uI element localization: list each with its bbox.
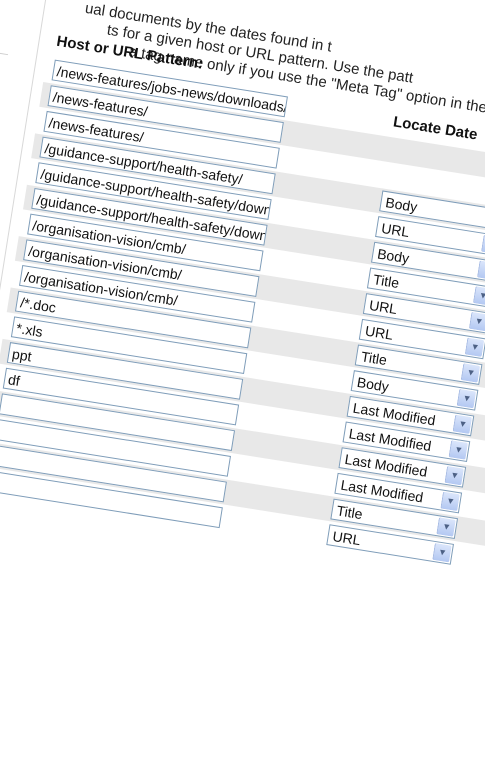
locate-date-value: Title (372, 271, 401, 292)
date-settings-panel: ual documents by the dates found in t ts… (0, 0, 485, 732)
chevron-down-icon[interactable]: ▼ (472, 286, 485, 306)
chevron-down-icon[interactable]: ▼ (456, 388, 477, 409)
locate-date-value: Title (335, 502, 364, 523)
locate-date-value: URL (331, 528, 362, 549)
chevron-down-icon[interactable]: ▼ (452, 414, 473, 435)
locate-date-value: URL (364, 322, 395, 343)
chevron-down-icon[interactable]: ▼ (440, 491, 460, 512)
locate-date-value: URL (368, 296, 399, 318)
chevron-down-icon[interactable]: ▼ (464, 337, 485, 357)
locate-date-value: Body (384, 194, 419, 215)
chevron-down-icon[interactable]: ▼ (436, 517, 456, 537)
locate-date-value: Body (355, 373, 390, 395)
chevron-down-icon[interactable]: ▼ (448, 440, 468, 460)
locate-date-value: Body (376, 245, 411, 267)
locate-date-value: Title (359, 348, 389, 369)
chevron-down-icon[interactable]: ▼ (432, 542, 452, 563)
chevron-down-icon[interactable]: ▼ (460, 363, 481, 383)
chevron-down-icon[interactable]: ▼ (468, 311, 485, 332)
chevron-down-icon[interactable]: ▼ (444, 465, 464, 486)
left-nav-divider (0, 49, 9, 56)
locate-date-value: URL (380, 219, 411, 241)
chevron-down-icon[interactable]: ▼ (481, 234, 485, 255)
chevron-down-icon[interactable]: ▼ (476, 260, 485, 280)
